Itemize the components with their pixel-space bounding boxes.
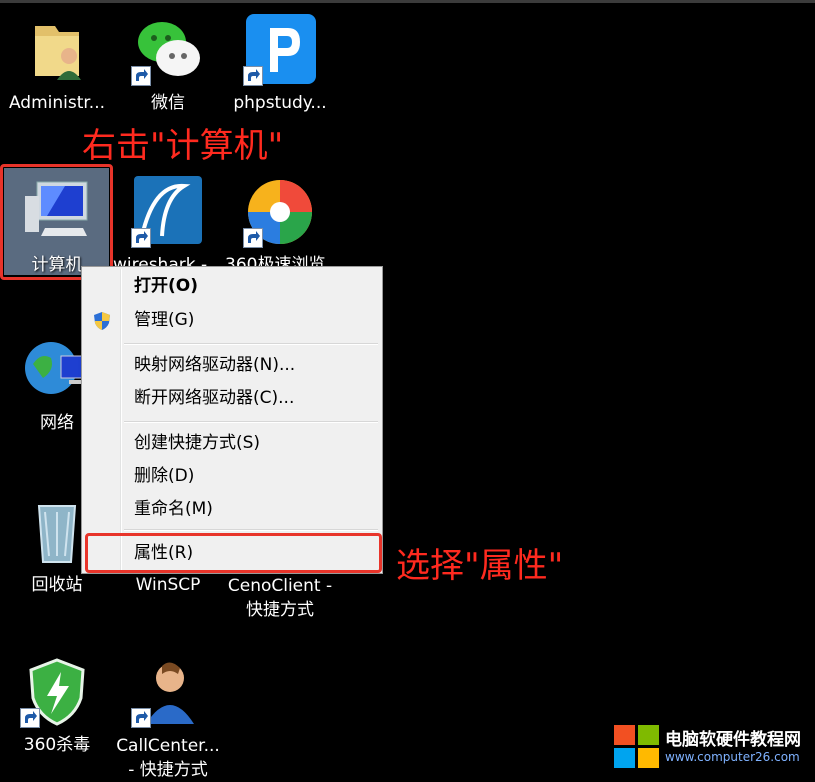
- desktop-icon-360-browser[interactable]: 360极速浏览...: [225, 176, 335, 276]
- shortcut-arrow-icon: [131, 66, 151, 86]
- annotation-select-properties: 选择"属性": [396, 546, 564, 586]
- desktop-icon-callcenter[interactable]: CallCenter... - 快捷方式: [113, 656, 223, 780]
- desktop-icon-label: WinSCP: [135, 575, 201, 595]
- desktop-icon-label: phpstudy...: [233, 93, 327, 113]
- desktop-icon-wireshark[interactable]: wireshark - ...: [113, 176, 223, 276]
- menu-separator: [124, 343, 378, 345]
- menu-item-disconnect-network-drive[interactable]: 断开网络驱动器(C)...: [84, 383, 380, 413]
- shortcut-arrow-icon: [131, 228, 151, 248]
- windows-logo-icon: [614, 725, 659, 768]
- user-folder-icon: [21, 14, 93, 86]
- desktop-icon-label: CenoClient - 快捷方式: [227, 576, 333, 620]
- desktop-icon-label: 回收站: [31, 575, 83, 595]
- window-top-edge: [0, 0, 815, 3]
- watermark-url: www.computer26.com: [665, 750, 800, 764]
- highlight-box-computer: [0, 164, 113, 280]
- menu-item-create-shortcut[interactable]: 创建快捷方式(S): [84, 428, 380, 458]
- shortcut-arrow-icon: [20, 708, 40, 728]
- shortcut-arrow-icon: [131, 708, 151, 728]
- menu-separator: [124, 421, 378, 423]
- menu-item-open[interactable]: 打开(O): [84, 271, 380, 301]
- desktop-icon-label: 360杀毒: [23, 735, 91, 755]
- desktop-icon-wechat[interactable]: 微信: [113, 14, 223, 114]
- watermark-title: 电脑软硬件教程网: [665, 730, 801, 750]
- desktop-icon-label: CallCenter... - 快捷方式: [116, 736, 220, 780]
- context-menu: 打开(O) 管理(G) 映射网络驱动器(N)... 断开网络驱动器(C)... …: [81, 266, 383, 574]
- desktop-icon-phpstudy[interactable]: phpstudy...: [225, 14, 335, 114]
- desktop-icon-360-antivirus[interactable]: 360杀毒: [2, 656, 112, 756]
- menu-item-label: 管理(G): [134, 310, 195, 330]
- shortcut-arrow-icon: [243, 228, 263, 248]
- annotation-right-click-computer: 右击"计算机": [82, 126, 284, 166]
- menu-item-manage[interactable]: 管理(G): [84, 305, 380, 335]
- desktop-icon-label: Administr...: [8, 93, 106, 113]
- desktop-icon-administrator[interactable]: Administr...: [2, 14, 112, 114]
- menu-separator: [124, 529, 378, 531]
- uac-shield-icon: [94, 312, 110, 330]
- menu-item-rename[interactable]: 重命名(M): [84, 494, 380, 524]
- shortcut-arrow-icon: [243, 66, 263, 86]
- menu-item-map-network-drive[interactable]: 映射网络驱动器(N)...: [84, 350, 380, 380]
- site-watermark: 电脑软硬件教程网 www.computer26.com: [610, 719, 815, 777]
- menu-item-delete[interactable]: 删除(D): [84, 461, 380, 491]
- desktop-icon-label: 微信: [151, 93, 185, 113]
- highlight-box-properties: [85, 533, 382, 573]
